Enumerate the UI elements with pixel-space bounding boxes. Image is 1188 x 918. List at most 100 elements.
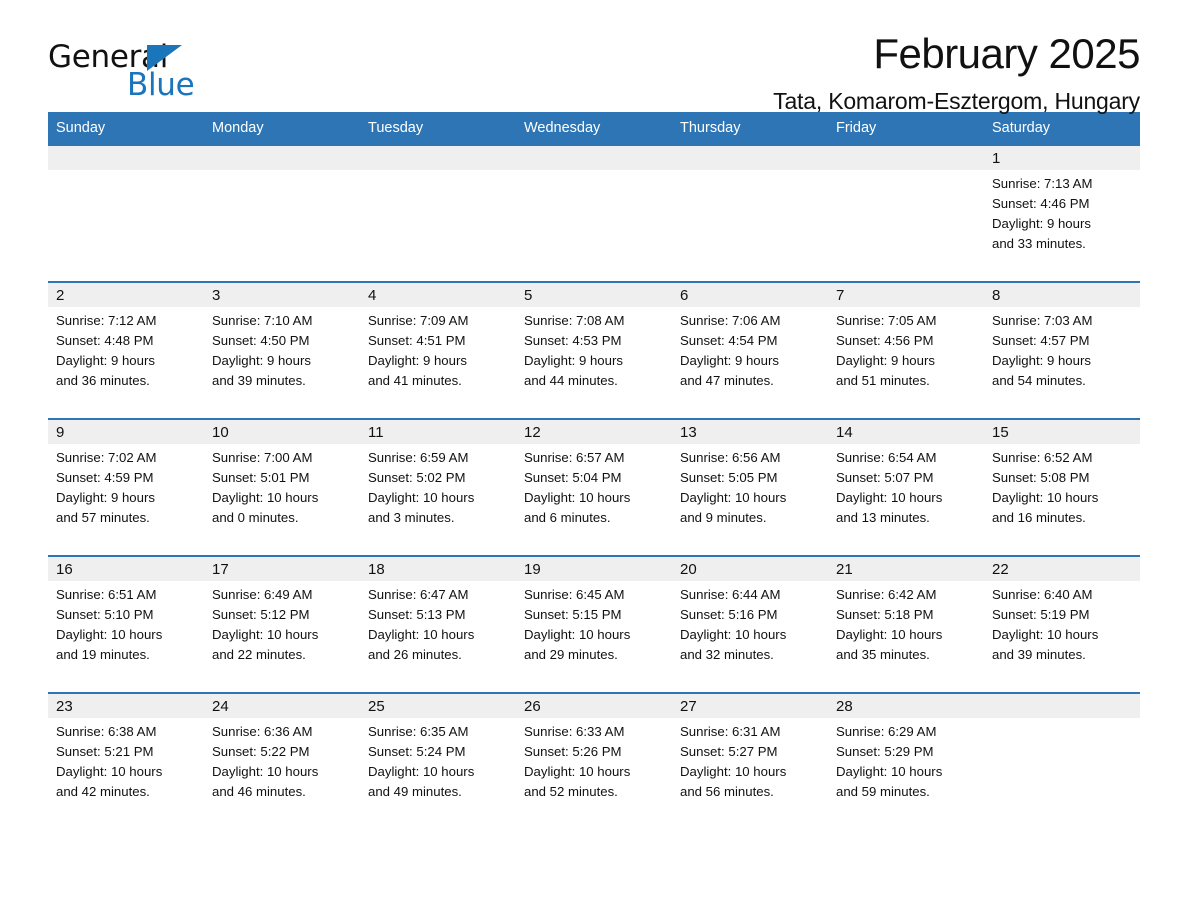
sunrise-text: Sunrise: 6:47 AM <box>368 587 469 602</box>
sunset-text: Sunset: 5:15 PM <box>524 607 622 622</box>
calendar-day-cell[interactable]: 19 Sunrise: 6:45 AM Sunset: 5:15 PM Dayligh… <box>516 555 672 693</box>
calendar-day-cell[interactable]: 20 Sunrise: 6:44 AM Sunset: 5:16 PM Dayligh… <box>672 555 828 693</box>
daylight-text-line2: and 44 minutes. <box>524 373 618 388</box>
calendar-day-cell[interactable]: 18 Sunrise: 6:47 AM Sunset: 5:13 PM Dayligh… <box>360 555 516 693</box>
calendar-day-cell[interactable]: 17 Sunrise: 6:49 AM Sunset: 5:12 PM Dayligh… <box>204 555 360 693</box>
calendar-day-cell[interactable]: 26 Sunrise: 6:33 AM Sunset: 5:26 PM Dayligh… <box>516 692 672 829</box>
day-details: Sunrise: 7:05 AM Sunset: 4:56 PM Daylight:… <box>828 307 984 391</box>
calendar-day-cell[interactable]: 12 Sunrise: 6:57 AM Sunset: 5:04 PM Dayligh… <box>516 418 672 556</box>
calendar-day-cell[interactable]: 8 Sunrise: 7:03 AM Sunset: 4:57 PM Daylight… <box>984 281 1140 419</box>
calendar-day-cell[interactable]: 24 Sunrise: 6:36 AM Sunset: 5:22 PM Dayligh… <box>204 692 360 829</box>
sunrise-text: Sunrise: 6:51 AM <box>56 587 157 602</box>
calendar-day-cell[interactable]: 11 Sunrise: 6:59 AM Sunset: 5:02 PM Dayligh… <box>360 418 516 556</box>
day-number <box>516 146 672 170</box>
calendar-day-cell[interactable]: 28 Sunrise: 6:29 AM Sunset: 5:29 PM Dayligh… <box>828 692 984 829</box>
day-details: Sunrise: 7:13 AM Sunset: 4:46 PM Daylight:… <box>984 170 1140 254</box>
daylight-text-line1: Daylight: 10 hours <box>368 764 475 779</box>
calendar-day-cell[interactable]: 22 Sunrise: 6:40 AM Sunset: 5:19 PM Dayligh… <box>984 555 1140 693</box>
daylight-text-line1: Daylight: 10 hours <box>56 627 163 642</box>
daylight-text-line1: Daylight: 10 hours <box>524 627 631 642</box>
daylight-text-line1: Daylight: 10 hours <box>680 764 787 779</box>
calendar-day-cell[interactable]: 15 Sunrise: 6:52 AM Sunset: 5:08 PM Dayligh… <box>984 418 1140 556</box>
sunrise-text: Sunrise: 7:13 AM <box>992 176 1093 191</box>
calendar-day-cell[interactable]: 1 Sunrise: 7:13 AM Sunset: 4:46 PM Daylight… <box>984 146 1140 282</box>
calendar-day-cell-empty <box>48 146 204 282</box>
day-details: Sunrise: 6:56 AM Sunset: 5:05 PM Daylight:… <box>672 444 828 528</box>
daylight-text-line2: and 3 minutes. <box>368 510 455 525</box>
sunrise-text: Sunrise: 7:02 AM <box>56 450 157 465</box>
calendar-day-cell[interactable]: 21 Sunrise: 6:42 AM Sunset: 5:18 PM Dayligh… <box>828 555 984 693</box>
day-number: 10 <box>204 420 360 444</box>
day-number: 16 <box>48 557 204 581</box>
sunset-text: Sunset: 5:08 PM <box>992 470 1090 485</box>
calendar-day-cell[interactable]: 13 Sunrise: 6:56 AM Sunset: 5:05 PM Dayligh… <box>672 418 828 556</box>
daylight-text-line1: Daylight: 9 hours <box>56 353 155 368</box>
day-number <box>984 694 1140 718</box>
sunrise-text: Sunrise: 6:57 AM <box>524 450 625 465</box>
daylight-text-line2: and 51 minutes. <box>836 373 930 388</box>
calendar-week-row: 1 Sunrise: 7:13 AM Sunset: 4:46 PM Daylight… <box>48 146 1140 282</box>
weekday-header-thursday: Thursday <box>672 112 828 146</box>
day-details: Sunrise: 6:29 AM Sunset: 5:29 PM Daylight:… <box>828 718 984 802</box>
calendar-day-cell[interactable]: 27 Sunrise: 6:31 AM Sunset: 5:27 PM Dayligh… <box>672 692 828 829</box>
calendar-day-cell[interactable]: 7 Sunrise: 7:05 AM Sunset: 4:56 PM Daylight… <box>828 281 984 419</box>
calendar-day-cell[interactable]: 5 Sunrise: 7:08 AM Sunset: 4:53 PM Daylight… <box>516 281 672 419</box>
daylight-text-line1: Daylight: 9 hours <box>524 353 623 368</box>
day-number: 7 <box>828 283 984 307</box>
day-number: 18 <box>360 557 516 581</box>
sunset-text: Sunset: 5:04 PM <box>524 470 622 485</box>
day-details: Sunrise: 6:49 AM Sunset: 5:12 PM Daylight:… <box>204 581 360 665</box>
daylight-text-line2: and 13 minutes. <box>836 510 930 525</box>
calendar-day-cell[interactable]: 23 Sunrise: 6:38 AM Sunset: 5:21 PM Dayligh… <box>48 692 204 829</box>
sunrise-text: Sunrise: 6:52 AM <box>992 450 1093 465</box>
sunset-text: Sunset: 5:19 PM <box>992 607 1090 622</box>
daylight-text-line2: and 41 minutes. <box>368 373 462 388</box>
generalblue-logo[interactable]: General Blue <box>48 40 198 102</box>
day-number: 27 <box>672 694 828 718</box>
day-details: Sunrise: 6:59 AM Sunset: 5:02 PM Daylight:… <box>360 444 516 528</box>
daylight-text-line1: Daylight: 9 hours <box>992 353 1091 368</box>
calendar-day-cell[interactable]: 2 Sunrise: 7:12 AM Sunset: 4:48 PM Daylight… <box>48 281 204 419</box>
day-number: 12 <box>516 420 672 444</box>
day-number: 15 <box>984 420 1140 444</box>
day-details: Sunrise: 6:36 AM Sunset: 5:22 PM Daylight:… <box>204 718 360 802</box>
calendar-week-row: 2 Sunrise: 7:12 AM Sunset: 4:48 PM Daylight… <box>48 281 1140 419</box>
day-number: 22 <box>984 557 1140 581</box>
day-number <box>828 146 984 170</box>
day-details: Sunrise: 6:31 AM Sunset: 5:27 PM Daylight:… <box>672 718 828 802</box>
calendar-day-cell[interactable]: 3 Sunrise: 7:10 AM Sunset: 4:50 PM Daylight… <box>204 281 360 419</box>
sunset-text: Sunset: 4:48 PM <box>56 333 154 348</box>
sunrise-text: Sunrise: 7:12 AM <box>56 313 157 328</box>
day-number: 24 <box>204 694 360 718</box>
daylight-text-line1: Daylight: 10 hours <box>212 627 319 642</box>
calendar-day-cell[interactable]: 16 Sunrise: 6:51 AM Sunset: 5:10 PM Dayligh… <box>48 555 204 693</box>
sunset-text: Sunset: 5:27 PM <box>680 744 778 759</box>
calendar-day-cell[interactable]: 14 Sunrise: 6:54 AM Sunset: 5:07 PM Dayligh… <box>828 418 984 556</box>
calendar-day-cell[interactable]: 6 Sunrise: 7:06 AM Sunset: 4:54 PM Daylight… <box>672 281 828 419</box>
day-number <box>360 146 516 170</box>
day-number: 25 <box>360 694 516 718</box>
day-number: 5 <box>516 283 672 307</box>
calendar-day-cell-empty <box>828 146 984 282</box>
daylight-text-line2: and 29 minutes. <box>524 647 618 662</box>
sunrise-text: Sunrise: 6:42 AM <box>836 587 937 602</box>
calendar-day-cell-empty <box>516 146 672 282</box>
day-number: 20 <box>672 557 828 581</box>
day-number: 2 <box>48 283 204 307</box>
day-details: Sunrise: 6:40 AM Sunset: 5:19 PM Daylight:… <box>984 581 1140 665</box>
logo-text-blue: Blue <box>127 67 195 103</box>
day-details: Sunrise: 6:52 AM Sunset: 5:08 PM Daylight:… <box>984 444 1140 528</box>
calendar-day-cell[interactable]: 25 Sunrise: 6:35 AM Sunset: 5:24 PM Dayligh… <box>360 692 516 829</box>
calendar-body: 1 Sunrise: 7:13 AM Sunset: 4:46 PM Daylight… <box>48 146 1140 829</box>
daylight-text-line1: Daylight: 10 hours <box>680 490 787 505</box>
calendar-day-cell[interactable]: 10 Sunrise: 7:00 AM Sunset: 5:01 PM Dayligh… <box>204 418 360 556</box>
day-details: Sunrise: 6:42 AM Sunset: 5:18 PM Daylight:… <box>828 581 984 665</box>
calendar-day-cell[interactable]: 9 Sunrise: 7:02 AM Sunset: 4:59 PM Daylight… <box>48 418 204 556</box>
daylight-text-line2: and 54 minutes. <box>992 373 1086 388</box>
day-details: Sunrise: 7:08 AM Sunset: 4:53 PM Daylight:… <box>516 307 672 391</box>
daylight-text-line1: Daylight: 10 hours <box>836 627 943 642</box>
sunset-text: Sunset: 5:26 PM <box>524 744 622 759</box>
daylight-text-line2: and 39 minutes. <box>992 647 1086 662</box>
calendar-day-cell[interactable]: 4 Sunrise: 7:09 AM Sunset: 4:51 PM Daylight… <box>360 281 516 419</box>
sunrise-text: Sunrise: 6:29 AM <box>836 724 937 739</box>
